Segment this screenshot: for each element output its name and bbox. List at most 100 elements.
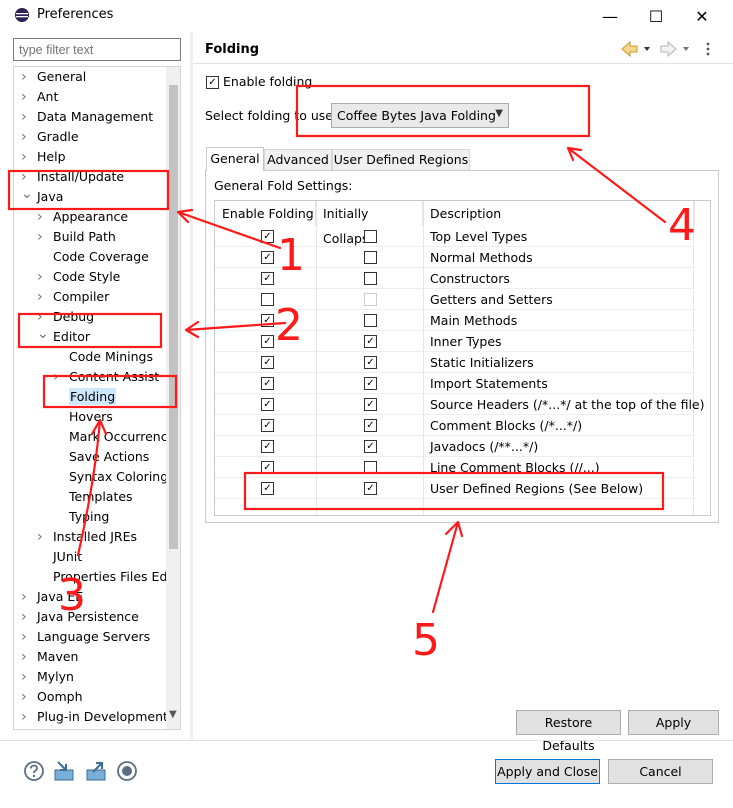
enable-folding-checkbox[interactable]: ✓ <box>206 76 219 89</box>
table-row[interactable]: ✓ Normal Methods <box>215 247 695 268</box>
tree-item[interactable]: Hovers <box>53 407 113 427</box>
enable-folding-checkbox[interactable]: ✓ <box>261 230 274 243</box>
tree-item[interactable]: Save Actions <box>53 447 149 467</box>
cancel-button[interactable]: Cancel <box>608 759 713 784</box>
page-navigation[interactable] <box>620 38 715 60</box>
chevron-right-icon[interactable]: › <box>37 207 47 227</box>
tree-item[interactable]: › Build Path <box>37 227 116 247</box>
tree-item[interactable]: Typing <box>53 507 109 527</box>
chevron-right-icon[interactable]: › <box>37 287 47 307</box>
tree-item[interactable]: › Compiler <box>37 287 109 307</box>
chevron-right-icon[interactable]: › <box>21 687 31 707</box>
initially-collapse-checkbox[interactable] <box>364 293 377 306</box>
chevron-right-icon[interactable]: › <box>21 67 31 87</box>
table-row[interactable]: ✓ Line Comment Blocks (//...) <box>215 457 695 478</box>
tree-item[interactable]: › Help <box>21 147 66 167</box>
apply-and-close-button[interactable]: Apply and Close <box>495 759 600 784</box>
table-row[interactable]: Getters and Setters <box>215 289 695 310</box>
tree-scrollbar-thumb[interactable] <box>169 85 178 549</box>
table-row[interactable]: ✓ ✓ Inner Types <box>215 331 695 352</box>
chevron-right-icon[interactable]: › <box>21 707 31 727</box>
tree-item[interactable]: › Maven <box>21 647 78 667</box>
enable-folding-checkbox[interactable]: ✓ <box>261 272 274 285</box>
tab-advanced[interactable]: Advanced <box>264 149 332 171</box>
restore-defaults-button[interactable]: Restore Defaults <box>516 710 621 753</box>
initially-collapse-checkbox[interactable]: ✓ <box>364 335 377 348</box>
tree-item[interactable]: › Java EE <box>21 587 83 607</box>
chevron-right-icon[interactable]: › <box>53 367 63 387</box>
tree-item[interactable]: › General <box>21 67 86 87</box>
enable-folding-checkbox[interactable]: ✓ <box>261 419 274 432</box>
enable-folding-checkbox[interactable]: ✓ <box>261 314 274 327</box>
maximize-button[interactable]: ☐ <box>633 0 679 32</box>
table-row[interactable]: ✓ ✓ Comment Blocks (/*...*/) <box>215 415 695 436</box>
initially-collapse-checkbox[interactable] <box>364 314 377 327</box>
table-row[interactable]: ✓ Constructors <box>215 268 695 289</box>
column-header-enable[interactable]: Enable Folding <box>215 201 316 226</box>
tree-item[interactable]: Properties Files Edit <box>37 567 176 587</box>
tab-general[interactable]: General <box>206 147 264 171</box>
help-icon[interactable] <box>23 760 45 782</box>
chevron-right-icon[interactable]: › <box>37 227 47 247</box>
back-arrow-icon[interactable] <box>621 40 638 58</box>
chevron-right-icon[interactable]: › <box>21 147 31 167</box>
table-row[interactable]: ✓ ✓ Javadocs (/**...*/) <box>215 436 695 457</box>
tree-item[interactable]: › Data Management <box>21 107 153 127</box>
column-header-collapse[interactable]: Initially Collapse <box>316 201 423 246</box>
tree-item[interactable]: › Appearance <box>37 207 128 227</box>
enable-folding-checkbox[interactable]: ✓ <box>261 482 274 495</box>
tree-item[interactable]: Mark Occurrences <box>53 427 180 447</box>
back-menu-chevron-icon[interactable] <box>644 47 650 51</box>
tree-item[interactable]: Syntax Coloring <box>53 467 168 487</box>
close-button[interactable]: ✕ <box>679 0 725 32</box>
chevron-down-icon[interactable]: ⌄ <box>37 324 49 344</box>
tree-item[interactable]: › Gradle <box>21 127 79 147</box>
tree-item[interactable]: Templates <box>53 487 133 507</box>
tree-item[interactable]: ⌄ Java <box>21 186 63 207</box>
enable-folding-checkbox[interactable]: ✓ <box>261 356 274 369</box>
chevron-right-icon[interactable]: › <box>21 107 31 127</box>
tree-scrollbar[interactable]: ▼ <box>166 67 180 729</box>
tree-item[interactable]: › Java Persistence <box>21 607 139 627</box>
title-bar[interactable]: Preferences — ☐ ✕ <box>0 0 733 32</box>
initially-collapse-checkbox[interactable] <box>364 272 377 285</box>
chevron-right-icon[interactable]: › <box>37 527 47 547</box>
tree-item[interactable]: › Install/Update <box>21 167 124 187</box>
initially-collapse-checkbox[interactable]: ✓ <box>364 482 377 495</box>
chevron-right-icon[interactable]: › <box>37 267 47 287</box>
initially-collapse-checkbox[interactable] <box>364 230 377 243</box>
chevron-right-icon[interactable]: › <box>21 587 31 607</box>
chevron-right-icon[interactable]: › <box>21 127 31 147</box>
initially-collapse-checkbox[interactable] <box>364 251 377 264</box>
enable-folding-checkbox[interactable] <box>261 293 274 306</box>
table-row[interactable]: ✓ ✓ Import Statements <box>215 373 695 394</box>
enable-folding-checkbox[interactable]: ✓ <box>261 335 274 348</box>
tree-item[interactable]: › Plug-in Development <box>21 707 168 727</box>
initially-collapse-checkbox[interactable]: ✓ <box>364 377 377 390</box>
enable-folding-checkbox[interactable]: ✓ <box>261 461 274 474</box>
tree-item[interactable]: › Ant <box>21 87 58 107</box>
table-row[interactable]: ✓ Main Methods <box>215 310 695 331</box>
tree-item[interactable]: › Installed JREs <box>37 527 137 547</box>
fold-settings-table[interactable]: Enable Folding Initially Collapse Descri… <box>214 200 711 516</box>
table-row[interactable]: ✓ ✓ Source Headers (/*...*/ at the top of … <box>215 394 705 415</box>
chevron-right-icon[interactable]: › <box>21 667 31 687</box>
enable-folding-checkbox[interactable]: ✓ <box>261 398 274 411</box>
scroll-down-icon[interactable]: ▼ <box>169 709 177 720</box>
column-header-description[interactable]: Description <box>423 201 695 226</box>
folding-select[interactable]: Coffee Bytes Java Folding ▼ <box>331 103 509 128</box>
chevron-right-icon[interactable]: › <box>21 607 31 627</box>
preference-tree[interactable]: › General › Ant › Data Management › Gradle › Help… <box>13 66 181 730</box>
initially-collapse-checkbox[interactable]: ✓ <box>364 419 377 432</box>
view-menu-icon[interactable] <box>706 42 710 56</box>
initially-collapse-checkbox[interactable]: ✓ <box>364 398 377 411</box>
chevron-right-icon[interactable]: › <box>21 87 31 107</box>
tab-user-defined-regions[interactable]: User Defined Regions <box>332 149 470 171</box>
minimize-button[interactable]: — <box>587 0 633 32</box>
enable-folding-checkbox[interactable]: ✓ <box>261 251 274 264</box>
filter-input[interactable] <box>13 38 181 61</box>
initially-collapse-checkbox[interactable]: ✓ <box>364 356 377 369</box>
chevron-right-icon[interactable]: › <box>21 627 31 647</box>
tree-item[interactable]: › Language Servers <box>21 627 150 647</box>
enable-folding-checkbox[interactable]: ✓ <box>261 377 274 390</box>
